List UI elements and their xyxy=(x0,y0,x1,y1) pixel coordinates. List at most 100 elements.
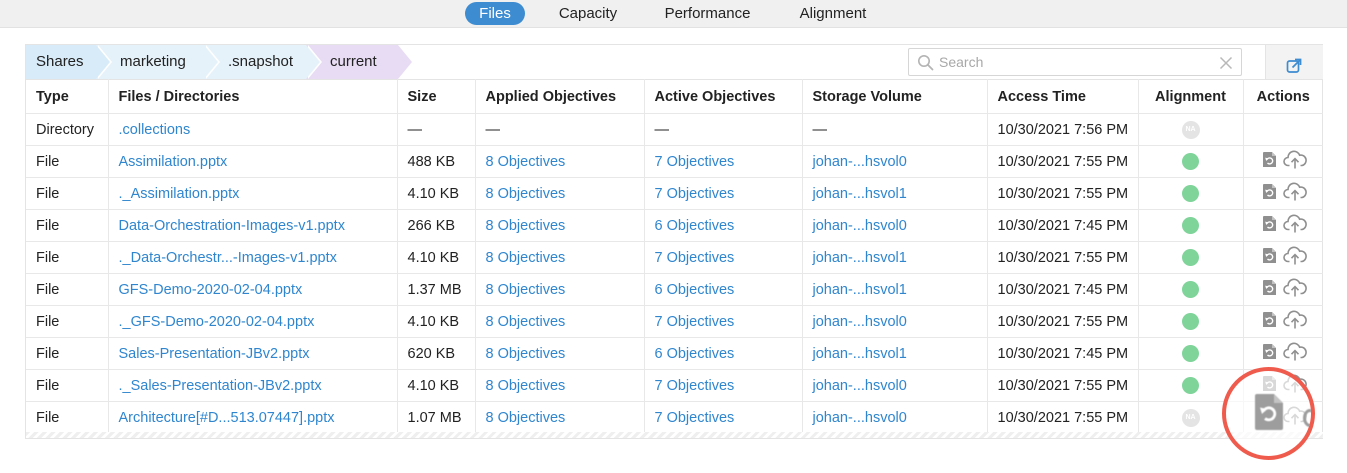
cell-storage-volume[interactable]: johan-...hsvol0 xyxy=(802,401,988,434)
cloud-upload-icon[interactable] xyxy=(1282,182,1307,205)
cell-applied-objectives[interactable]: 8 Objectives xyxy=(475,401,645,434)
table-row[interactable]: File ._Data-Orchestr...-Images-v1.pptx 4.1… xyxy=(26,241,1323,274)
cell-storage-volume[interactable]: johan-...hsvol0 xyxy=(802,145,988,178)
restore-file-icon[interactable] xyxy=(1262,183,1277,204)
column-header-alignment[interactable]: Alignment xyxy=(1138,79,1244,114)
search-box xyxy=(908,48,1242,76)
column-header-access-time[interactable]: Access Time xyxy=(987,79,1139,114)
search-input[interactable] xyxy=(939,52,1209,72)
cell-file-name[interactable]: Assimilation.pptx xyxy=(108,145,398,178)
tab-performance[interactable]: Performance xyxy=(655,2,760,25)
table-row[interactable]: File GFS-Demo-2020-02-04.pptx 1.37 MB 8 Obj… xyxy=(26,273,1323,306)
row-actions xyxy=(1254,214,1314,237)
table-row[interactable]: File Data-Orchestration-Images-v1.pptx 266… xyxy=(26,209,1323,242)
cell-file-name[interactable]: Data-Orchestration-Images-v1.pptx xyxy=(108,209,398,242)
row-actions xyxy=(1254,278,1314,301)
cell-type: File xyxy=(26,145,109,178)
column-header-files[interactable]: Files / Directories xyxy=(108,79,398,114)
alignment-ok-dot xyxy=(1182,153,1199,170)
cell-file-name[interactable]: ._Data-Orchestr...-Images-v1.pptx xyxy=(108,241,398,274)
restore-file-icon[interactable] xyxy=(1262,215,1277,236)
cell-applied-objectives[interactable]: 8 Objectives xyxy=(475,145,645,178)
cloud-upload-icon[interactable] xyxy=(1282,246,1307,269)
restore-file-icon[interactable] xyxy=(1262,311,1277,332)
table-row[interactable]: File ._Assimilation.pptx 4.10 KB 8 Objectiv… xyxy=(26,177,1323,210)
row-actions xyxy=(1254,246,1314,269)
cell-size: 4.10 KB xyxy=(397,177,476,210)
table-row[interactable]: File ._Sales-Presentation-JBv2.pptx 4.10 K… xyxy=(26,369,1323,402)
close-icon[interactable] xyxy=(1219,56,1233,70)
cell-type: File xyxy=(26,273,109,306)
row-actions xyxy=(1254,342,1314,365)
column-header-size[interactable]: Size xyxy=(397,79,476,114)
restore-file-icon[interactable] xyxy=(1262,279,1277,300)
cell-actions xyxy=(1243,337,1323,370)
column-header-applied-objectives[interactable]: Applied Objectives xyxy=(475,79,645,114)
breadcrumb-shares[interactable]: Shares xyxy=(26,45,112,79)
row-actions xyxy=(1254,310,1314,333)
cell-active-objectives[interactable]: 7 Objectives xyxy=(644,401,803,434)
cell-file-name[interactable]: Sales-Presentation-JBv2.pptx xyxy=(108,337,398,370)
cell-applied-objectives[interactable]: 8 Objectives xyxy=(475,209,645,242)
cell-file-name[interactable]: .collections xyxy=(108,113,398,146)
cell-storage-volume[interactable]: johan-...hsvol1 xyxy=(802,177,988,210)
cell-applied-objectives[interactable]: 8 Objectives xyxy=(475,241,645,274)
table-footer-hatch xyxy=(26,432,1323,438)
cell-storage-volume[interactable]: johan-...hsvol1 xyxy=(802,241,988,274)
column-header-storage-volume[interactable]: Storage Volume xyxy=(802,79,988,114)
restore-file-icon[interactable] xyxy=(1262,247,1277,268)
cell-type: File xyxy=(26,177,109,210)
restore-file-icon[interactable] xyxy=(1262,151,1277,172)
cloud-upload-icon[interactable] xyxy=(1282,342,1307,365)
cell-active-objectives[interactable]: 6 Objectives xyxy=(644,337,803,370)
table-row[interactable]: File Architecture[#D...513.07447].pptx 1.0… xyxy=(26,401,1323,434)
cloud-upload-icon[interactable] xyxy=(1282,214,1307,237)
tab-files[interactable]: Files xyxy=(465,2,525,25)
table-row[interactable]: Directory .collections — — — —10/30/2021 7:56… xyxy=(26,113,1323,146)
cell-alignment xyxy=(1138,177,1244,210)
cloud-upload-icon[interactable] xyxy=(1282,278,1307,301)
alignment-ok-dot xyxy=(1182,249,1199,266)
cell-file-name[interactable]: ._GFS-Demo-2020-02-04.pptx xyxy=(108,305,398,338)
column-header-type[interactable]: Type xyxy=(26,79,109,114)
external-link-icon[interactable] xyxy=(1286,58,1302,74)
cell-storage-volume[interactable]: johan-...hsvol0 xyxy=(802,369,988,402)
cell-type: File xyxy=(26,337,109,370)
cell-file-name[interactable]: ._Sales-Presentation-JBv2.pptx xyxy=(108,369,398,402)
cell-type: File xyxy=(26,241,109,274)
column-header-active-objectives[interactable]: Active Objectives xyxy=(644,79,803,114)
cell-active-objectives[interactable]: 6 Objectives xyxy=(644,209,803,242)
cell-applied-objectives: — xyxy=(475,113,645,146)
cell-storage-volume[interactable]: johan-...hsvol0 xyxy=(802,209,988,242)
cell-storage-volume[interactable]: johan-...hsvol1 xyxy=(802,273,988,306)
cell-active-objectives[interactable]: 7 Objectives xyxy=(644,369,803,402)
cell-file-name[interactable]: ._Assimilation.pptx xyxy=(108,177,398,210)
restore-file-icon[interactable] xyxy=(1262,343,1277,364)
cell-active-objectives[interactable]: 7 Objectives xyxy=(644,305,803,338)
table-row[interactable]: File Assimilation.pptx 488 KB 8 Objectives 7… xyxy=(26,145,1323,178)
tab-capacity[interactable]: Capacity xyxy=(548,2,628,25)
cell-applied-objectives[interactable]: 8 Objectives xyxy=(475,305,645,338)
cell-type: File xyxy=(26,209,109,242)
breadcrumb-marketing[interactable]: marketing xyxy=(96,45,220,79)
cell-storage-volume[interactable]: johan-...hsvol1 xyxy=(802,337,988,370)
cell-storage-volume[interactable]: johan-...hsvol0 xyxy=(802,305,988,338)
tab-alignment[interactable]: Alignment xyxy=(790,2,876,25)
cell-applied-objectives[interactable]: 8 Objectives xyxy=(475,337,645,370)
cloud-upload-icon[interactable] xyxy=(1282,150,1307,173)
cell-alignment xyxy=(1138,145,1244,178)
table-row[interactable]: File Sales-Presentation-JBv2.pptx 620 KB 8 … xyxy=(26,337,1323,370)
cell-active-objectives[interactable]: 7 Objectives xyxy=(644,177,803,210)
cell-applied-objectives[interactable]: 8 Objectives xyxy=(475,369,645,402)
cell-applied-objectives[interactable]: 8 Objectives xyxy=(475,177,645,210)
cell-file-name[interactable]: Architecture[#D...513.07447].pptx xyxy=(108,401,398,434)
restore-file-icon[interactable] xyxy=(1253,393,1285,431)
cell-applied-objectives[interactable]: 8 Objectives xyxy=(475,273,645,306)
cell-active-objectives[interactable]: 6 Objectives xyxy=(644,273,803,306)
cloud-upload-icon[interactable] xyxy=(1282,310,1307,333)
table-row[interactable]: File ._GFS-Demo-2020-02-04.pptx 4.10 KB 8 O… xyxy=(26,305,1323,338)
cell-active-objectives[interactable]: 7 Objectives xyxy=(644,241,803,274)
cell-access-time: 10/30/2021 7:45 PM xyxy=(987,273,1139,306)
cell-active-objectives[interactable]: 7 Objectives xyxy=(644,145,803,178)
cell-file-name[interactable]: GFS-Demo-2020-02-04.pptx xyxy=(108,273,398,306)
